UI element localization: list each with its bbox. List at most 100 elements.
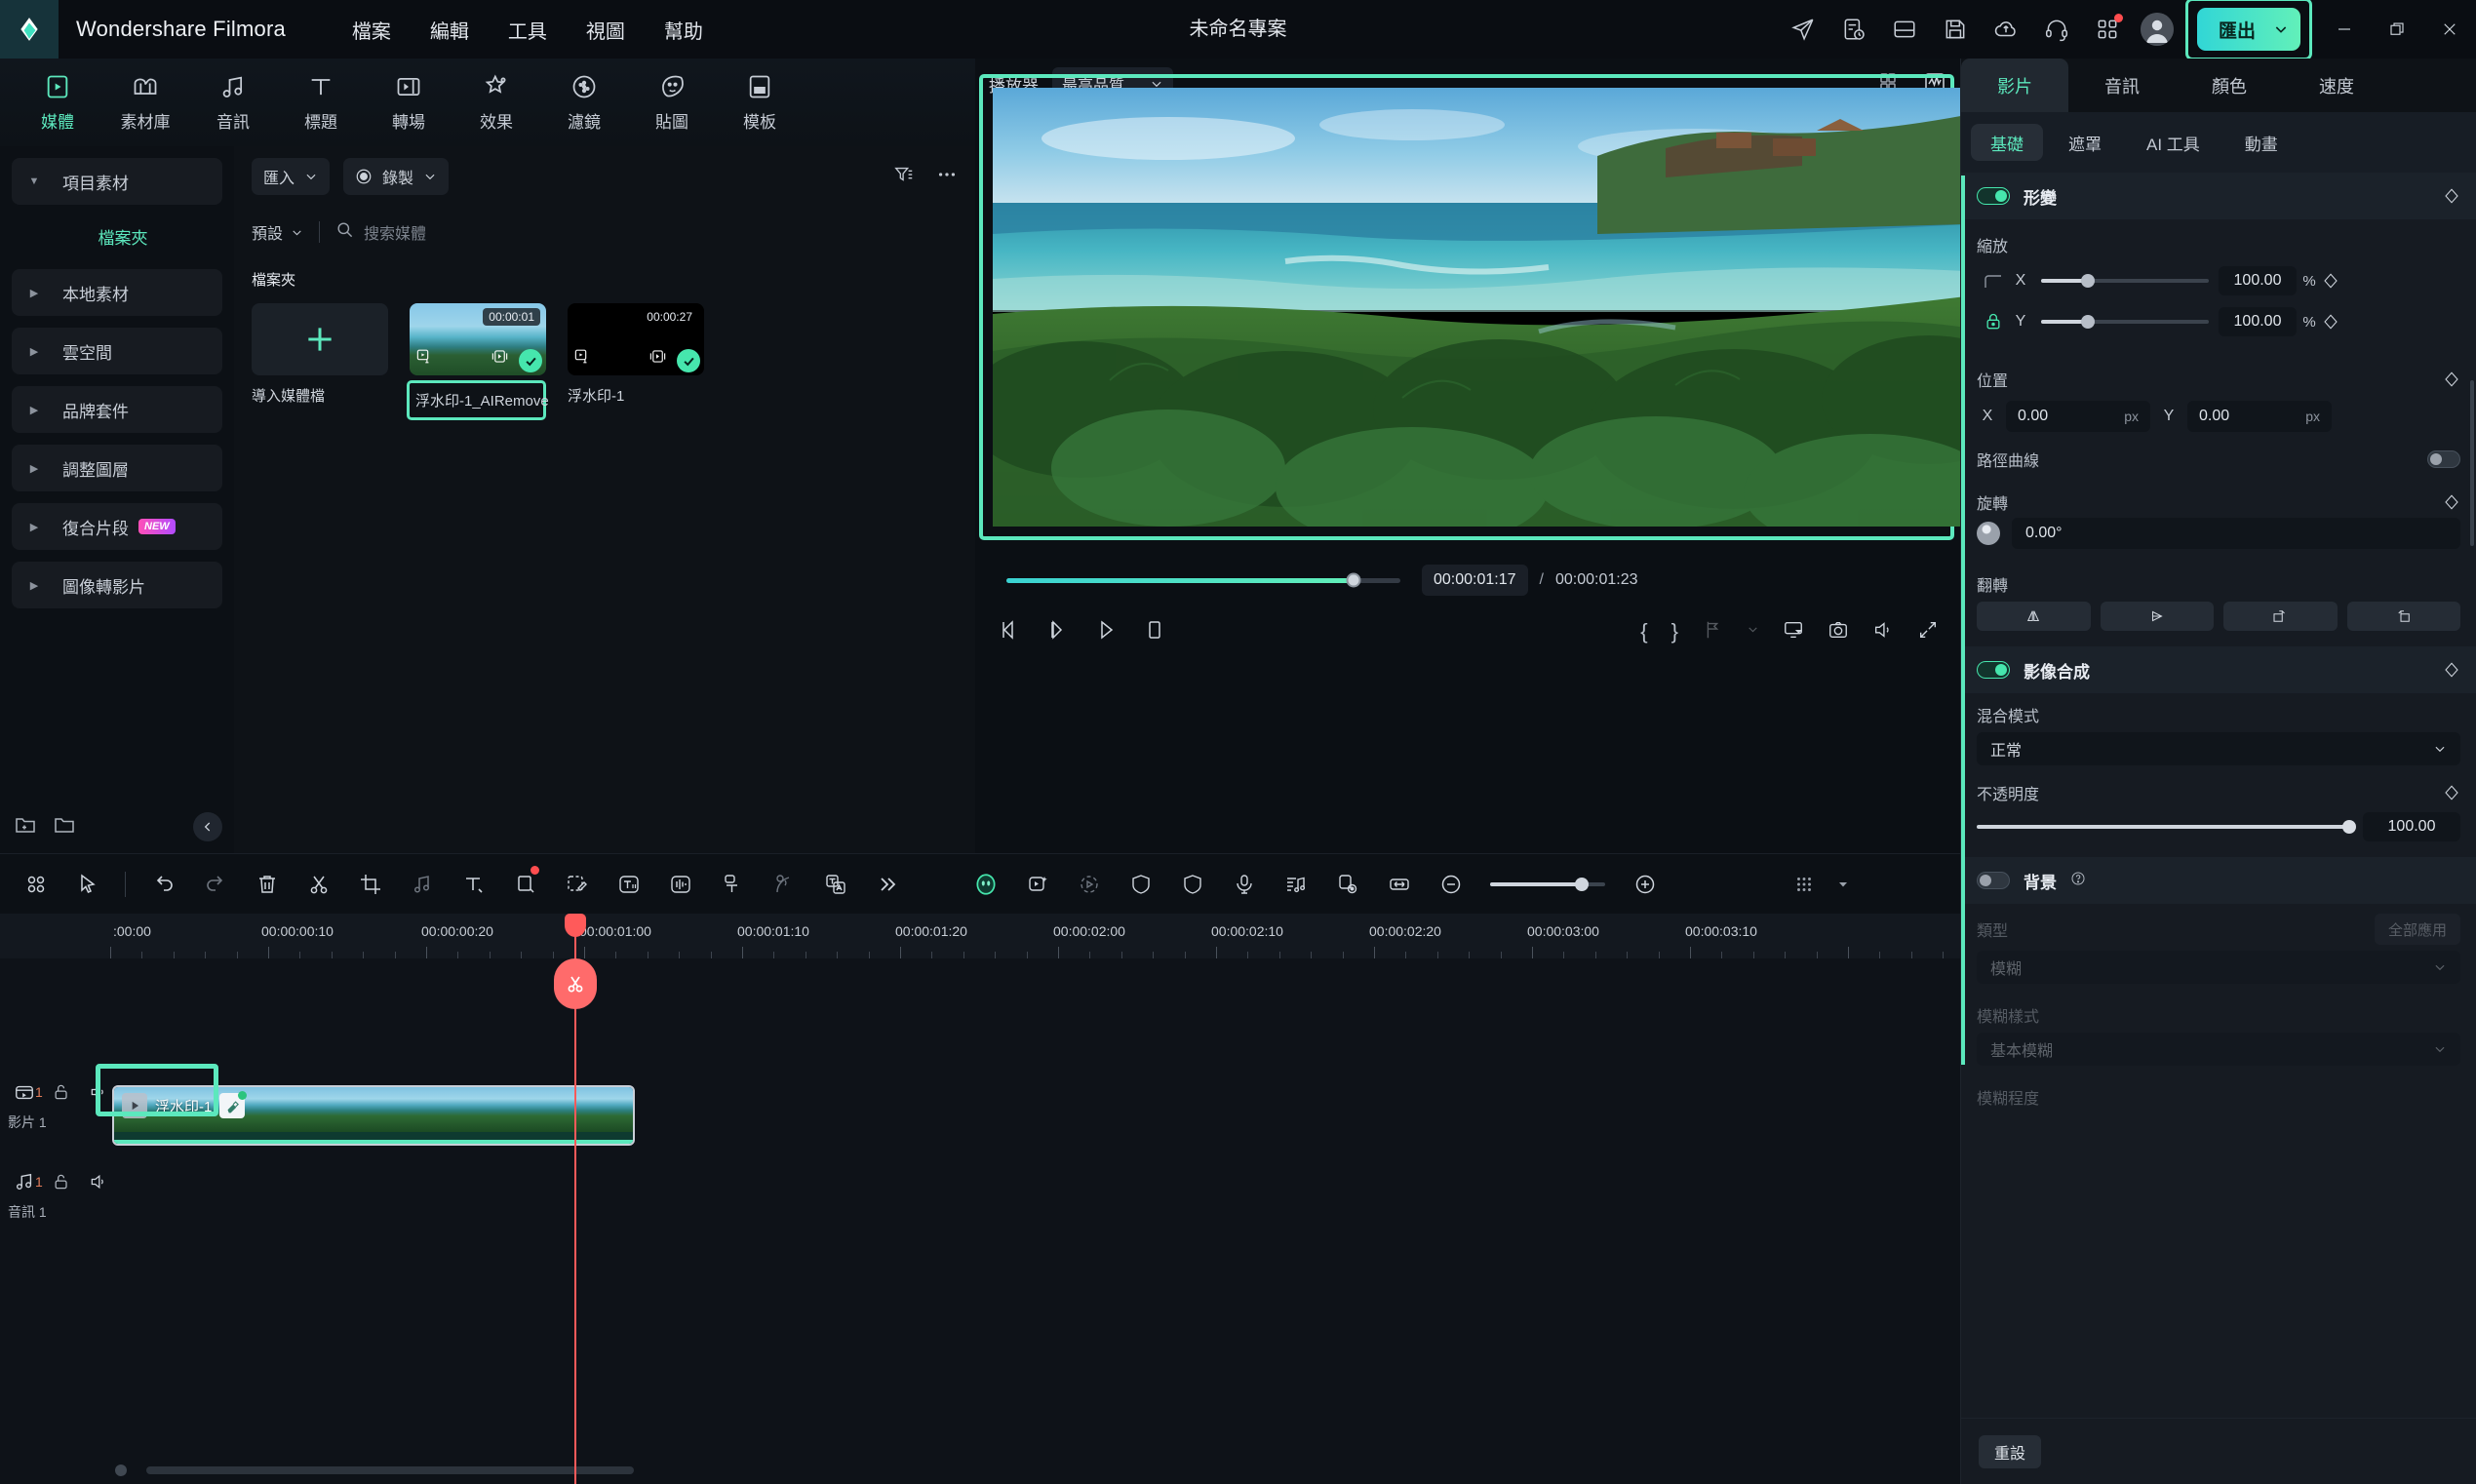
nav-item-audio[interactable]: 音訊 — [189, 72, 277, 133]
apply-all-button[interactable]: 全部應用 — [2374, 914, 2460, 945]
tab-speed[interactable]: 速度 — [2283, 59, 2390, 112]
tab-color[interactable]: 顏色 — [2176, 59, 2283, 112]
tab-audio[interactable]: 音訊 — [2068, 59, 2176, 112]
path-curve-toggle[interactable] — [2427, 450, 2460, 468]
panel-scrollbar[interactable] — [2470, 380, 2474, 546]
keyframe-diamond-icon[interactable] — [2443, 371, 2460, 388]
more-chevrons-icon[interactable] — [861, 854, 913, 915]
scale-y-value[interactable]: 100.00 — [2219, 307, 2297, 336]
video-preview[interactable] — [993, 88, 1966, 527]
panels-grid-icon[interactable] — [10, 854, 61, 915]
blur-style-select[interactable]: 基本模糊 — [1977, 1033, 2460, 1066]
background-toggle[interactable] — [1977, 872, 2010, 889]
speech-to-text-icon[interactable] — [706, 854, 758, 915]
flip-horizontal-icon[interactable] — [1977, 602, 2091, 631]
nav-item-effects[interactable]: 效果 — [452, 72, 540, 133]
window-minimize-button[interactable] — [2318, 0, 2371, 59]
mask-tool-icon[interactable] — [551, 854, 603, 915]
sidebar-item-image-to-video[interactable]: ▶ 圖像轉影片 — [12, 562, 222, 608]
nav-item-filter[interactable]: 濾鏡 — [540, 72, 628, 133]
playhead-handle[interactable] — [565, 914, 586, 937]
keyframe-diamond-icon[interactable] — [2443, 784, 2460, 801]
keyframe-diamond-icon[interactable] — [2443, 187, 2460, 205]
nav-item-media[interactable]: 媒體 — [14, 72, 101, 133]
delete-icon[interactable] — [241, 854, 293, 915]
motion-tracking-icon[interactable] — [1063, 854, 1115, 915]
timeline-clip[interactable]: 浮水印-1 — [112, 1085, 635, 1146]
progress-knob[interactable] — [1346, 572, 1361, 588]
render-preview-icon[interactable] — [1783, 619, 1804, 645]
compositing-toggle[interactable] — [1977, 661, 2010, 679]
keyframe-diamond-icon[interactable] — [2322, 272, 2339, 290]
sort-select[interactable]: 預設 — [252, 220, 303, 244]
crop-icon[interactable] — [344, 854, 396, 915]
keyframe-diamond-icon[interactable] — [2443, 661, 2460, 679]
task-history-icon[interactable] — [1828, 0, 1879, 59]
tab-video[interactable]: 影片 — [1961, 59, 2068, 112]
more-horizontal-icon[interactable] — [936, 164, 958, 190]
rotate-cw-icon[interactable] — [2223, 602, 2338, 631]
chevron-down-icon[interactable] — [1747, 623, 1759, 641]
export-button[interactable]: 匯出 — [2196, 8, 2300, 51]
volume-icon[interactable] — [1872, 619, 1894, 645]
menu-view[interactable]: 視圖 — [570, 8, 641, 52]
transform-toggle[interactable] — [1977, 187, 2010, 205]
send-icon[interactable] — [1778, 0, 1828, 59]
sidebar-item-brand-kit[interactable]: ▶ 品牌套件 — [12, 386, 222, 433]
redo-icon[interactable] — [189, 854, 241, 915]
rotate-value[interactable]: 0.00° — [2012, 518, 2460, 549]
nav-item-template[interactable]: 模板 — [716, 72, 804, 133]
sidebar-item-project-media[interactable]: ▼ 項目素材 — [12, 158, 222, 205]
avatar[interactable] — [2140, 13, 2174, 46]
add-to-timeline-icon[interactable] — [491, 347, 509, 371]
nav-item-sticker[interactable]: 貼圖 — [628, 72, 716, 133]
unlock-icon[interactable] — [43, 1165, 80, 1198]
sidebar-collapse-button[interactable] — [193, 812, 222, 841]
media-thumbnail[interactable]: 00:00:01 — [410, 303, 546, 375]
window-close-button[interactable] — [2423, 0, 2476, 59]
sidebar-item-folder[interactable]: 檔案夾 — [12, 216, 222, 255]
undo-icon[interactable] — [138, 854, 189, 915]
play-icon[interactable] — [122, 1093, 147, 1118]
media-thumbnail[interactable]: 00:00:27 — [568, 303, 704, 375]
previous-frame-icon[interactable] — [997, 618, 1020, 646]
zoom-knob[interactable] — [1575, 877, 1590, 891]
voiceover-mic-icon[interactable] — [1218, 854, 1270, 915]
chevron-down-icon[interactable] — [1829, 854, 1857, 915]
fullscreen-icon[interactable] — [1917, 619, 1939, 645]
help-icon[interactable] — [2070, 871, 2086, 891]
volume-icon[interactable] — [80, 1165, 117, 1198]
ai-remove-icon[interactable] — [219, 1091, 248, 1118]
smart-cutout-icon[interactable] — [1011, 854, 1063, 915]
zoom-out-icon[interactable] — [1425, 854, 1476, 915]
rotate-dial[interactable] — [1977, 522, 2000, 545]
scissors-icon[interactable] — [554, 958, 597, 1009]
new-folder-icon[interactable] — [14, 813, 37, 841]
translate-icon[interactable] — [809, 854, 861, 915]
open-folder-icon[interactable] — [53, 813, 76, 841]
select-tool-icon[interactable] — [61, 854, 113, 915]
timeline-zoom-slider[interactable] — [1490, 877, 1605, 891]
scale-x-value[interactable]: 100.00 — [2219, 266, 2297, 295]
timeline-ruler[interactable]: :00:00 00:00:00:10 00:00:00:20 00:00:01:… — [0, 914, 1960, 958]
next-frame-icon[interactable] — [1045, 618, 1069, 646]
headset-support-icon[interactable] — [2031, 0, 2082, 59]
audio-mixer-icon[interactable] — [1270, 854, 1321, 915]
mark-out-brace[interactable]: } — [1671, 619, 1678, 644]
pos-x-field[interactable]: 0.00 px — [2006, 401, 2150, 432]
sidebar-item-adjustment-layer[interactable]: ▶ 調整圖層 — [12, 445, 222, 491]
import-button[interactable]: 匯入 — [252, 158, 331, 195]
apps-grid-icon[interactable] — [2082, 0, 2133, 59]
nav-item-title[interactable]: 標題 — [277, 72, 365, 133]
nav-item-transition[interactable]: 轉場 — [365, 72, 452, 133]
subtab-mask[interactable]: 遮罩 — [2049, 124, 2121, 161]
subtab-ai-tools[interactable]: AI 工具 — [2127, 124, 2220, 161]
opacity-slider[interactable] — [1977, 820, 2356, 834]
text-ai-icon[interactable] — [603, 854, 654, 915]
rotate-ccw-icon[interactable] — [2346, 602, 2460, 631]
subtab-animation[interactable]: 動畫 — [2225, 124, 2298, 161]
split-scissors-icon[interactable] — [293, 854, 344, 915]
zoom-in-icon[interactable] — [1619, 854, 1670, 915]
layout-icon[interactable] — [1879, 0, 1930, 59]
play-icon[interactable] — [1094, 618, 1118, 646]
